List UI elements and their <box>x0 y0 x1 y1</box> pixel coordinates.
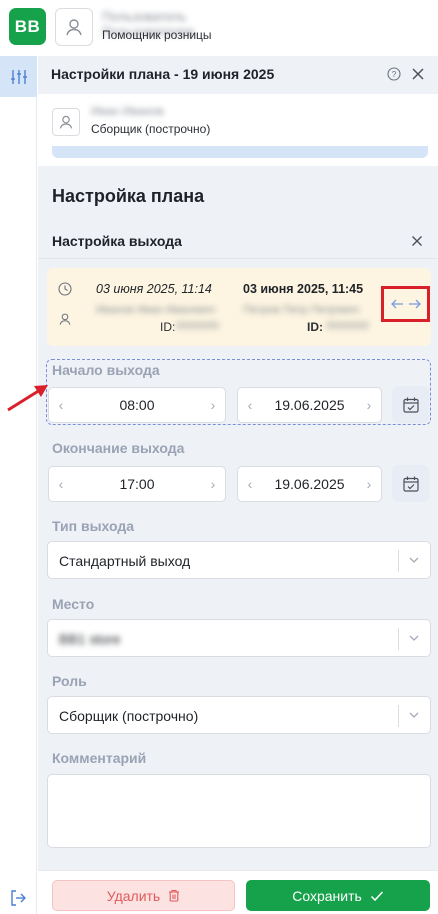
end-calendar-button[interactable] <box>392 465 429 502</box>
employee-role: Сборщик (построчно) <box>91 122 211 136</box>
start-label: Начало выхода <box>52 362 160 378</box>
role-value: Сборщик (построчно) <box>59 708 199 724</box>
history-new-author: Петров Петр Петрович <box>243 304 360 316</box>
history-old-author: Иванов Иван Иванович <box>96 304 216 316</box>
section-title: Настройка плана <box>52 186 205 206</box>
chevron-right-icon[interactable]: › <box>363 397 375 413</box>
end-time-stepper[interactable]: ‹ 17:00 › <box>48 466 226 502</box>
close-icon[interactable] <box>411 234 423 246</box>
calendar-icon <box>402 476 419 492</box>
chevron-left-icon[interactable]: ‹ <box>244 476 256 492</box>
close-icon[interactable] <box>411 67 425 81</box>
type-select[interactable]: Стандартный выход <box>47 541 431 579</box>
calendar-icon <box>402 397 419 413</box>
user-icon <box>59 115 73 129</box>
chevron-left-icon[interactable]: ‹ <box>55 397 67 413</box>
history-old-date: 03 июня 2025, 11:14 <box>96 282 212 296</box>
delete-button[interactable]: Удалить <box>52 880 235 911</box>
select-divider <box>398 628 399 650</box>
divider <box>38 258 438 259</box>
start-date-stepper[interactable]: ‹ 19.06.2025 › <box>237 387 382 423</box>
place-select[interactable]: ВВ1 store <box>47 619 431 657</box>
chevron-down-icon[interactable] <box>407 708 421 722</box>
panel-title: Настройки плана - 19 июня 2025 <box>51 66 275 82</box>
history-new-id-label: ID: <box>307 320 323 334</box>
role-label: Роль <box>52 673 87 689</box>
user-avatar[interactable] <box>55 8 93 46</box>
end-date-stepper[interactable]: ‹ 19.06.2025 › <box>237 466 382 502</box>
select-divider <box>398 705 399 727</box>
chevron-right-icon[interactable]: › <box>207 476 219 492</box>
svg-text:?: ? <box>392 69 397 79</box>
user-role: Помощник розницы <box>102 28 212 42</box>
save-button-label: Сохранить <box>292 887 362 904</box>
sliders-icon <box>10 69 27 84</box>
employee-avatar <box>52 108 80 136</box>
user-icon <box>58 312 72 326</box>
end-date-value: 19.06.2025 <box>274 476 345 492</box>
select-divider <box>398 550 399 572</box>
type-value: Стандартный выход <box>59 553 191 569</box>
clock-icon <box>58 282 72 296</box>
trash-icon <box>169 889 180 902</box>
nav-item-plan-settings[interactable] <box>0 56 37 97</box>
history-new-date: 03 июня 2025, 11:45 <box>243 282 364 296</box>
chevron-left-icon[interactable]: ‹ <box>244 397 256 413</box>
user-name: Пользователь Пользователев <box>102 9 194 39</box>
user-icon <box>66 19 82 36</box>
end-time-value: 17:00 <box>119 476 155 492</box>
subsection-title: Настройка выхода <box>52 233 182 249</box>
start-time-stepper[interactable]: ‹ 08:00 › <box>48 387 226 423</box>
start-calendar-button[interactable] <box>392 386 429 423</box>
chevron-right-icon[interactable]: › <box>363 476 375 492</box>
end-label: Окончание выхода <box>52 440 185 456</box>
logout-icon[interactable] <box>8 888 28 908</box>
history-old-id-label: ID: <box>160 320 176 334</box>
employee-card-bar <box>52 146 428 158</box>
start-time-value: 08:00 <box>119 397 155 413</box>
chevron-right-icon[interactable]: › <box>207 397 219 413</box>
comment-label: Комментарий <box>52 750 147 766</box>
swap-arrows-button[interactable] <box>381 286 430 322</box>
place-value: ВВ1 store <box>59 631 121 647</box>
role-select[interactable]: Сборщик (построчно) <box>47 696 431 734</box>
check-icon <box>370 890 383 901</box>
chevron-left-icon[interactable]: ‹ <box>55 476 67 492</box>
delete-button-label: Удалить <box>106 887 161 904</box>
left-nav <box>0 56 37 914</box>
chevron-down-icon[interactable] <box>407 631 421 645</box>
history-new-id: 0000000 <box>326 320 369 332</box>
save-button[interactable]: Сохранить <box>246 880 430 911</box>
app-logo[interactable]: ВВ <box>9 8 46 45</box>
annotation-arrow-icon <box>7 385 48 412</box>
employee-name: Иван Иванов <box>91 104 164 118</box>
history-old-id: 0000000 <box>176 320 219 332</box>
place-label: Место <box>52 596 95 612</box>
swap-arrows-icon <box>390 299 421 309</box>
comment-textarea[interactable] <box>47 774 431 848</box>
type-label: Тип выхода <box>52 518 135 534</box>
chevron-down-icon[interactable] <box>407 553 421 567</box>
start-date-value: 19.06.2025 <box>274 397 345 413</box>
help-icon[interactable]: ? <box>387 67 401 81</box>
